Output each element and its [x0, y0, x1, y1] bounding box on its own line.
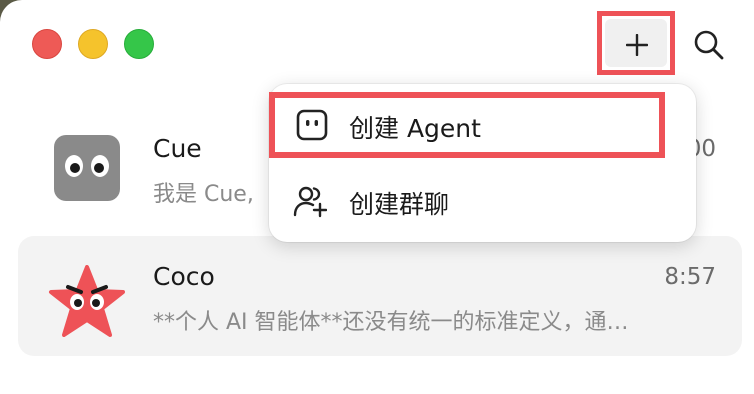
chat-time: 8:57: [664, 264, 716, 290]
robot-icon: [296, 109, 328, 141]
minimize-window-button[interactable]: [78, 29, 108, 59]
chat-preview: 我是 Cue,: [153, 182, 254, 207]
chat-row-coco[interactable]: Coco 8:57 **个人 AI 智能体**还没有统一的标准定义，通…: [18, 236, 742, 356]
search-icon: [694, 30, 724, 60]
close-window-button[interactable]: [32, 29, 62, 59]
plus-icon: [626, 34, 648, 56]
menu-item-create-group[interactable]: 创建群聊: [269, 168, 696, 238]
zoom-window-button[interactable]: [124, 29, 154, 59]
search-button[interactable]: [692, 28, 726, 62]
menu-item-create-agent[interactable]: 创建 Agent: [269, 92, 665, 158]
chat-name: Coco: [153, 262, 215, 291]
new-chat-menu: 创建 Agent 创建群聊: [269, 84, 696, 242]
red-star-avatar: [48, 265, 126, 337]
chat-name: Cue: [153, 134, 202, 163]
menu-item-label: 创建 Agent: [349, 114, 481, 143]
new-chat-button[interactable]: [597, 11, 675, 75]
app-window: Cue 9:00 我是 Cue, Coco 8:57 **个人 AI 智能体**…: [0, 0, 754, 394]
chat-preview: **个人 AI 智能体**还没有统一的标准定义，通…: [153, 310, 629, 335]
menu-item-label: 创建群聊: [349, 190, 450, 219]
robot-face-avatar: [54, 135, 120, 201]
add-group-icon: [293, 186, 327, 218]
